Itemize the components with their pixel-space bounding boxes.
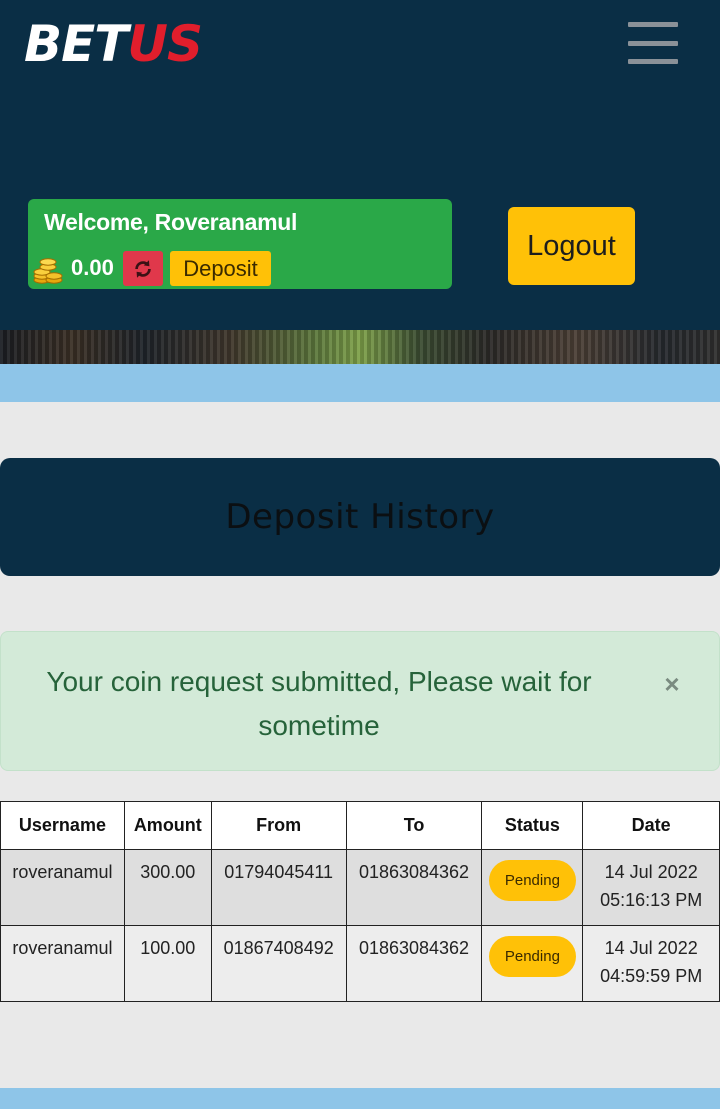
column-header-amount[interactable]: Amount — [123, 801, 212, 850]
time-text: 05:16:13 PM — [600, 890, 703, 910]
blue-divider-strip — [0, 364, 720, 402]
page-title-bar: Deposit History — [0, 458, 720, 576]
cell-from: 01794045411 — [210, 849, 347, 926]
cell-username: roveranamul — [0, 849, 125, 926]
cell-to: 01863084362 — [345, 849, 483, 926]
refresh-balance-button[interactable] — [123, 251, 163, 286]
column-header-status[interactable]: Status — [481, 801, 584, 850]
menu-line — [628, 40, 678, 46]
betus-logo[interactable]: BE T US — [24, 15, 203, 73]
cell-amount: 300.00 — [123, 849, 212, 926]
alert-message: Your coin request submitted, Please wait… — [46, 666, 592, 741]
success-alert: Your coin request submitted, Please wait… — [0, 631, 720, 771]
date-text: 14 Jul 2022 — [604, 862, 698, 882]
table-row: roveranamul 100.00 01867408492 018630843… — [0, 925, 720, 1002]
table-header-row: Username Amount From To Status Date — [0, 801, 720, 850]
column-header-from[interactable]: From — [210, 801, 347, 850]
stadium-banner-image — [0, 330, 720, 364]
column-header-date[interactable]: Date — [582, 801, 720, 850]
refresh-icon — [135, 259, 151, 278]
table-row: roveranamul 300.00 01794045411 018630843… — [0, 849, 720, 926]
logo-text-t: T — [94, 15, 128, 73]
cell-status: Pending — [481, 849, 584, 926]
coins-icon — [33, 258, 63, 284]
deposit-history-table: Username Amount From To Status Date rove… — [0, 801, 720, 1002]
deposit-button[interactable]: Deposit — [170, 251, 271, 286]
cell-status: Pending — [481, 925, 584, 1002]
status-badge: Pending — [488, 860, 576, 901]
account-summary: Welcome, Roveranamul 0.00 Deposit — [28, 199, 452, 289]
logo-text-be: BE — [24, 15, 95, 73]
cell-amount: 100.00 — [123, 925, 212, 1002]
balance-amount: 0.00 — [71, 255, 114, 280]
site-header: BE T US Welcome, Roveranamul 0.00 Deposit — [0, 0, 720, 330]
menu-line — [628, 59, 678, 64]
crowd-texture — [0, 330, 720, 364]
menu-line — [628, 22, 678, 27]
close-icon[interactable]: × — [660, 671, 684, 697]
cell-username: roveranamul — [0, 925, 125, 1002]
footer-strip — [0, 1088, 720, 1109]
column-header-username[interactable]: Username — [0, 801, 125, 850]
column-header-to[interactable]: To — [345, 801, 483, 850]
cell-date: 14 Jul 2022 04:59:59 PM — [582, 925, 720, 1002]
hamburger-menu-icon[interactable] — [628, 22, 678, 64]
page-title: Deposit History — [225, 497, 495, 537]
logo-text-us: US — [127, 15, 203, 73]
logout-button[interactable]: Logout — [508, 207, 635, 285]
time-text: 04:59:59 PM — [600, 966, 703, 986]
cell-to: 01863084362 — [345, 925, 483, 1002]
welcome-message: Welcome, Roveranamul — [44, 209, 298, 235]
cell-date: 14 Jul 2022 05:16:13 PM — [582, 849, 720, 926]
cell-from: 01867408492 — [210, 925, 347, 1002]
status-badge: Pending — [488, 936, 576, 977]
date-text: 14 Jul 2022 — [604, 938, 698, 958]
